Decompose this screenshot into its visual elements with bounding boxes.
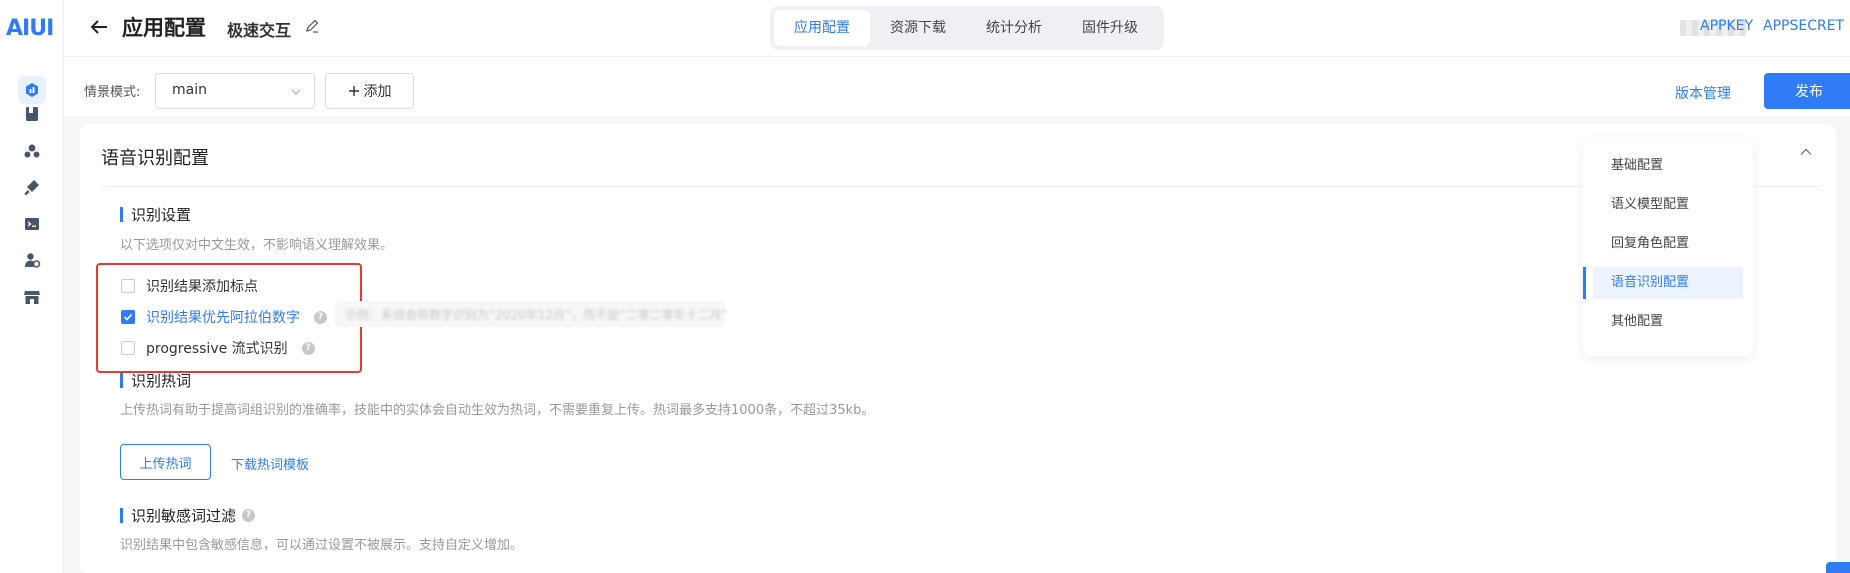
mode-select-value: main [172, 82, 207, 98]
chevron-down-icon [291, 89, 301, 95]
tooltip-blurred: 示例：系统会将数字识别为“2020年12月”，而不是“二零二零年十二月” [335, 301, 728, 327]
back-arrow-icon[interactable] [88, 16, 110, 38]
section-desc-hotword: 上传热词有助于提高词组识别的准确率，技能中的实体会自动生效为热词，不需要重复上传… [120, 403, 875, 418]
option-progressive-label: progressive 流式识别 [146, 341, 288, 357]
terminal-icon[interactable] [18, 210, 46, 238]
checkbox-punctuation[interactable] [121, 279, 135, 293]
anchor-item-other[interactable]: 其他配置 [1593, 306, 1743, 338]
tab-firmware[interactable]: 固件升级 [1062, 10, 1158, 46]
book-icon[interactable] [18, 100, 46, 128]
anchor-nav: 基础配置 语义模型配置 回复角色配置 语音识别配置 其他配置 [1583, 140, 1753, 356]
tab-resource-download[interactable]: 资源下载 [870, 10, 966, 46]
option-arabic-numerals-label: 识别结果优先阿拉伯数字 [146, 310, 300, 326]
section-title-hotword: 识别热词 [120, 370, 191, 391]
app-name: 极速交互 [227, 21, 292, 40]
checkmark-icon [123, 313, 133, 321]
anchor-item-basic[interactable]: 基础配置 [1593, 150, 1743, 182]
divider [101, 186, 1821, 187]
floating-corner-button[interactable] [1826, 562, 1850, 573]
asr-config-card: 语音识别配置 识别设置 以下选项仅对中文生效，不影响语义理解效果。 识别结果添加… [80, 124, 1836, 573]
version-management-link[interactable]: 版本管理 [1675, 83, 1731, 103]
section-desc-recognition: 以下选项仅对中文生效，不影响语义理解效果。 [120, 238, 394, 253]
help-icon[interactable]: ? [301, 341, 315, 355]
header: 应用配置 极速交互 应用配置 资源下载 统计分析 固件升级 APPKEY APP… [64, 0, 1850, 56]
left-nav: AIUI [0, 0, 64, 573]
edit-icon[interactable] [304, 18, 320, 34]
anchor-item-reply-role[interactable]: 回复角色配置 [1593, 228, 1743, 260]
card-title: 语音识别配置 [101, 148, 209, 169]
mode-select[interactable]: main [155, 73, 315, 109]
tab-app-config[interactable]: 应用配置 [774, 10, 870, 46]
plus-icon [348, 86, 359, 96]
option-progressive[interactable]: progressive 流式识别 ? [121, 338, 315, 358]
section-title-sensitive: 识别敏感词过滤 ? [120, 505, 256, 526]
section-title-recognition: 识别设置 [120, 204, 191, 225]
help-icon[interactable]: ? [314, 310, 327, 324]
appkey-link[interactable]: APPKEY [1700, 18, 1753, 34]
skill-icon[interactable] [18, 137, 46, 165]
chevron-up-icon[interactable] [1798, 144, 1814, 160]
checkbox-arabic-numerals[interactable] [121, 310, 135, 324]
option-arabic-numerals[interactable]: 识别结果优先阿拉伯数字 ? [121, 307, 327, 327]
anchor-item-asr[interactable]: 语音识别配置 [1583, 267, 1743, 299]
publish-button[interactable]: 发布 [1764, 73, 1850, 109]
toolbar: 情景模式: main 添加 版本管理 发布 [64, 56, 1850, 116]
option-punctuation[interactable]: 识别结果添加标点 [121, 276, 258, 296]
user-settings-icon[interactable] [18, 246, 46, 274]
plugin-icon[interactable] [18, 173, 46, 201]
option-punctuation-label: 识别结果添加标点 [146, 279, 258, 295]
page-title: 应用配置 [122, 16, 206, 40]
store-icon[interactable] [18, 283, 46, 311]
appsecret-link[interactable]: APPSECRET [1763, 18, 1844, 34]
tab-statistics[interactable]: 统计分析 [966, 10, 1062, 46]
logo: AIUI [6, 16, 54, 41]
add-mode-label: 添加 [363, 84, 392, 100]
help-icon[interactable]: ? [242, 509, 256, 522]
top-tabs: 应用配置 资源下载 统计分析 固件升级 [770, 6, 1164, 50]
mode-label: 情景模式: [84, 85, 141, 100]
add-mode-button[interactable]: 添加 [325, 73, 414, 109]
upload-hotword-button[interactable]: 上传热词 [120, 444, 211, 480]
anchor-item-semantic-model[interactable]: 语义模型配置 [1593, 189, 1743, 221]
download-template-link[interactable]: 下载热词模板 [231, 454, 309, 473]
section-desc-sensitive: 识别结果中包含敏感信息，可以通过设置不被展示。支持自定义增加。 [120, 538, 524, 553]
section-title-sensitive-text: 识别敏感词过滤 [131, 507, 237, 525]
checkbox-progressive[interactable] [121, 341, 135, 355]
